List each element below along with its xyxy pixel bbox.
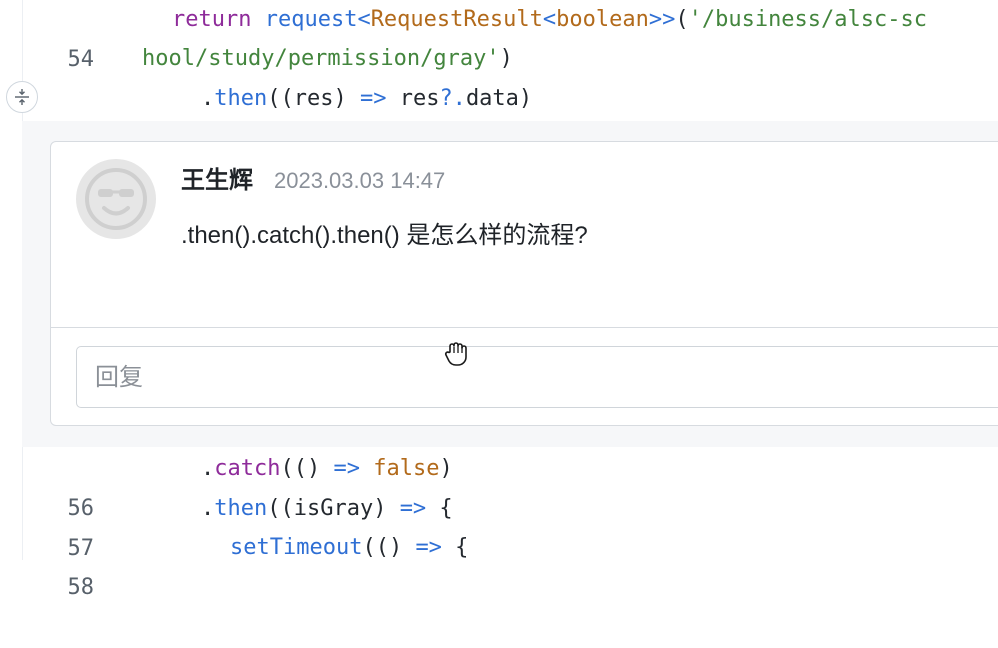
code-token: .: [201, 86, 215, 111]
collapse-icon: [15, 89, 29, 105]
code-line-57: 57 .then((isGray) => {: [0, 489, 998, 561]
code-token: ((): [362, 535, 416, 560]
code-token: res: [386, 86, 440, 111]
code-token: (: [675, 7, 689, 32]
comment-body: .then().catch().then() 是怎么样的流程?: [181, 222, 588, 249]
code-line-56: 56 .catch(() => false): [0, 449, 998, 521]
code-content: hool/study/permission/gray'): [142, 39, 513, 79]
code-token: hool/study/permission/gray': [142, 46, 500, 71]
code-line-54-wrap: hool/study/permission/gray'): [0, 39, 998, 79]
line-number: 58: [67, 575, 95, 600]
reply-input[interactable]: 回复: [76, 346, 998, 408]
code-content: .catch(() => false): [201, 449, 453, 489]
code-token: .: [201, 456, 215, 481]
code-line-54: 54 return request<RequestResult<boolean>…: [0, 0, 998, 72]
code-token: <: [542, 7, 557, 32]
code-content: return request<RequestResult<boolean>>('…: [172, 0, 927, 40]
code-token: =>: [359, 86, 387, 111]
code-token: <: [357, 7, 371, 32]
code-token: ?.: [439, 86, 466, 111]
code-token: =>: [399, 496, 427, 521]
code-token: data): [465, 86, 533, 111]
code-token: ((isGray): [267, 496, 400, 521]
code-token: ): [499, 46, 513, 71]
code-token: ): [439, 456, 453, 481]
code-token: =>: [415, 535, 442, 560]
code-token: boolean: [556, 7, 649, 32]
code-token: then: [214, 86, 268, 111]
code-token: RequestResult: [370, 7, 543, 32]
code-content: setTimeout(() => {: [230, 528, 468, 568]
comment-author[interactable]: 王生辉: [181, 164, 253, 196]
code-line-55: 55 .then((res) => res?.data): [0, 79, 998, 151]
code-token: ((res): [267, 86, 360, 111]
smiley-sunglasses-avatar-icon: [85, 168, 147, 230]
grab-hand-cursor-icon: [441, 337, 473, 369]
avatar[interactable]: [76, 159, 156, 239]
code-token: {: [426, 496, 453, 521]
code-token: >>: [648, 7, 676, 32]
code-content: .then((isGray) => {: [201, 489, 453, 529]
code-token: ((): [280, 456, 334, 481]
collapse-comment-button[interactable]: [6, 81, 38, 113]
comment-timestamp: 2023.03.03 14:47: [274, 168, 446, 193]
code-token: catch: [214, 456, 281, 481]
divider: [51, 327, 998, 328]
code-content: .then((res) => res?.data): [201, 79, 532, 119]
code-token: {: [441, 535, 469, 560]
code-token: '/business/alsc-sc: [688, 7, 928, 32]
code-token: then: [214, 496, 268, 521]
code-line-58: 58 setTimeout(() => {: [0, 528, 998, 600]
code-token: =>: [333, 456, 360, 481]
code-token: false: [373, 456, 440, 481]
code-token: .: [201, 496, 215, 521]
code-token: return: [172, 7, 265, 32]
code-token: setTimeout: [230, 535, 363, 560]
code-token: request: [264, 7, 358, 32]
